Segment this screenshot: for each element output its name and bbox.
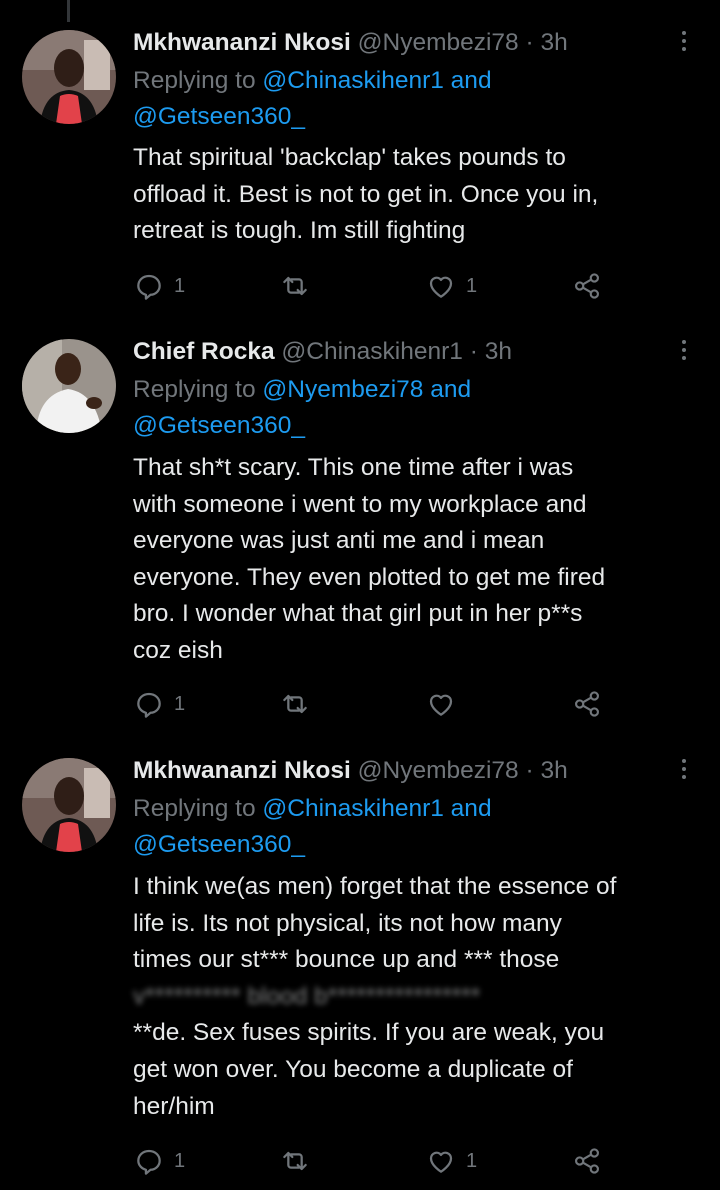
tweet-text-line-censored: v********** blood b**************** — [133, 982, 481, 1010]
tweet-text-line: everyone was just anti me and i mean — [133, 527, 545, 555]
share-button[interactable] — [571, 1144, 603, 1178]
tweet-text: That spiritual 'backclap' takes pounds t… — [133, 140, 705, 250]
reply-button[interactable]: 1 — [133, 1144, 185, 1178]
tweet-text-line: **de. Sex fuses spirits. If you are weak… — [133, 1019, 605, 1047]
tweet-actions: 1 1 — [133, 269, 613, 303]
avatar-image — [22, 30, 116, 124]
replying-to: Replying to @Chinaskihenr1 and @Getseen3… — [133, 791, 693, 863]
more-icon[interactable] — [672, 756, 696, 786]
retweet-icon — [283, 276, 307, 296]
share-button[interactable] — [571, 269, 603, 303]
reply-icon — [137, 274, 161, 300]
tweet-text: I think we(as men) forget that the essen… — [133, 869, 705, 1125]
display-name[interactable]: Mkhwananzi Nkosi — [133, 757, 351, 784]
more-icon[interactable] — [672, 28, 696, 58]
retweet-icon — [283, 1151, 307, 1171]
reply-button[interactable]: 1 — [133, 687, 185, 721]
timestamp[interactable]: 3h — [540, 29, 567, 56]
replying-to: Replying to @Nyembezi78 and @Getseen360_ — [133, 372, 693, 444]
like-count: 1 — [466, 274, 478, 297]
tweet-header: Chief Rocka @Chinaskihenr1 · 3h — [133, 335, 512, 369]
retweet-icon — [283, 694, 307, 714]
like-button[interactable]: 1 — [425, 1144, 477, 1178]
avatar[interactable] — [22, 339, 116, 433]
like-icon — [429, 694, 453, 716]
reply-button[interactable]: 1 — [133, 269, 185, 303]
reply-count: 1 — [174, 692, 186, 715]
replying-to-users[interactable]: @Chinaskihenr1 and — [262, 795, 491, 822]
tweet-actions: 1 — [133, 687, 613, 721]
retweet-button[interactable] — [279, 1144, 320, 1178]
avatar-image — [22, 339, 116, 433]
like-button[interactable] — [425, 687, 466, 721]
tweet-text-line: That spiritual 'backclap' takes pounds t… — [133, 144, 566, 171]
tweet-text-line: life is. Its not physical, its not how m… — [133, 909, 562, 937]
like-icon — [429, 1151, 453, 1173]
tweet-text-line: coz eish — [133, 636, 223, 664]
thread-connector-line — [67, 0, 70, 22]
replying-to-label: Replying to — [133, 67, 256, 94]
separator-dot: · — [525, 29, 534, 56]
avatar[interactable] — [22, 758, 116, 852]
replying-to-user-2[interactable]: @Getseen360_ — [133, 412, 305, 439]
tweet-text-line: offload it. Best is not to get in. Once … — [133, 180, 599, 208]
like-icon — [429, 276, 453, 298]
tweet-header: Mkhwananzi Nkosi @Nyembezi78 · 3h — [133, 26, 568, 60]
tweet-text-line: get won over. You become a duplicate of — [133, 1055, 573, 1083]
separator-dot: · — [469, 338, 478, 365]
reply-count: 1 — [174, 1149, 186, 1172]
reply-icon — [137, 692, 161, 718]
tweet-text-line: with someone i went to my workplace and — [133, 490, 587, 518]
tweet-text-line: bro. I wonder what that girl put in her … — [133, 600, 583, 628]
share-icon — [574, 273, 600, 299]
share-icon — [574, 691, 600, 717]
replying-to-users[interactable]: @Chinaskihenr1 and — [262, 67, 491, 94]
tweet-text-line: That sh*t scary. This one time after i w… — [133, 454, 574, 481]
tweet-actions: 1 1 — [133, 1144, 613, 1178]
user-handle[interactable]: @Nyembezi78 — [358, 757, 519, 784]
tweet-header: Mkhwananzi Nkosi @Nyembezi78 · 3h — [133, 754, 568, 788]
display-name[interactable]: Chief Rocka — [133, 338, 275, 365]
like-count: 1 — [466, 1149, 478, 1172]
user-handle[interactable]: @Chinaskihenr1 — [281, 338, 463, 365]
replying-to-user-2[interactable]: @Getseen360_ — [133, 103, 305, 130]
replying-to-users[interactable]: @Nyembezi78 and — [262, 376, 471, 403]
replying-to-user-2[interactable]: @Getseen360_ — [133, 831, 305, 858]
avatar[interactable] — [22, 30, 116, 124]
tweet-text-line: I think we(as men) forget that the essen… — [133, 873, 617, 900]
replying-to: Replying to @Chinaskihenr1 and @Getseen3… — [133, 63, 693, 135]
avatar-image — [22, 758, 116, 852]
tweet-text-line: her/him — [133, 1092, 215, 1120]
display-name[interactable]: Mkhwananzi Nkosi — [133, 29, 351, 56]
timestamp[interactable]: 3h — [485, 338, 512, 365]
timestamp[interactable]: 3h — [540, 757, 567, 784]
share-icon — [574, 1148, 600, 1174]
user-handle[interactable]: @Nyembezi78 — [358, 29, 519, 56]
retweet-button[interactable] — [279, 687, 320, 721]
more-icon[interactable] — [672, 337, 696, 367]
tweet-text-line: everyone. They even plotted to get me fi… — [133, 563, 606, 591]
reply-icon — [137, 1149, 161, 1175]
tweet-text: That sh*t scary. This one time after i w… — [133, 450, 705, 670]
tweet-text-line: retreat is tough. Im still fighting — [133, 217, 466, 245]
replying-to-label: Replying to — [133, 795, 256, 822]
tweet-text-line: times our st*** bounce up and *** those — [133, 946, 560, 974]
like-button[interactable]: 1 — [425, 269, 477, 303]
separator-dot: · — [525, 757, 534, 784]
retweet-button[interactable] — [279, 269, 320, 303]
reply-count: 1 — [174, 274, 186, 297]
share-button[interactable] — [571, 687, 603, 721]
replying-to-label: Replying to — [133, 376, 256, 403]
